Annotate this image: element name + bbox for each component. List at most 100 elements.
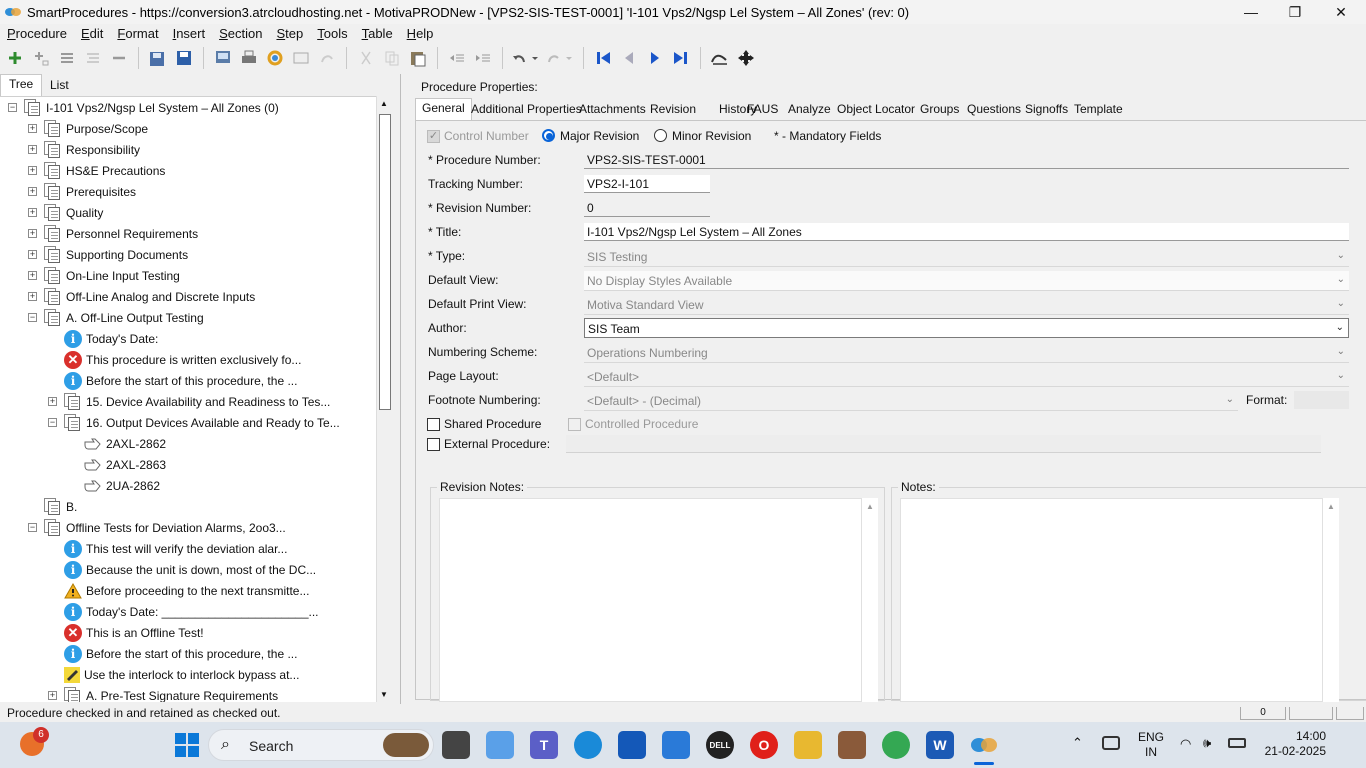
- panel-splitter[interactable]: [400, 74, 408, 704]
- tree-node[interactable]: Off-Line Analog and Discrete Inputs: [44, 286, 255, 307]
- tab-additional-properties[interactable]: Additional Properties: [465, 100, 588, 120]
- tab-attachments[interactable]: Attachments: [573, 100, 652, 120]
- tree-node[interactable]: Responsibility: [44, 139, 140, 160]
- scroll-up-icon[interactable]: ▲: [866, 502, 874, 511]
- shared-procedure-checkbox[interactable]: [427, 418, 440, 431]
- collapse-icon[interactable]: −: [28, 313, 37, 322]
- tree-node[interactable]: Personnel Requirements: [44, 223, 198, 244]
- expand-icon[interactable]: +: [28, 292, 37, 301]
- tree-node[interactable]: 2AXL-2862: [84, 433, 166, 454]
- notes-textarea[interactable]: [900, 498, 1323, 702]
- collapse-icon[interactable]: −: [48, 418, 57, 427]
- smartprocedures-taskbar-icon[interactable]: [970, 731, 998, 759]
- archive-icon[interactable]: [838, 731, 866, 759]
- cut-icon[interactable]: [353, 45, 379, 71]
- footnote-numbering-select[interactable]: <Default> - (Decimal) ⌄: [584, 391, 1238, 411]
- expand-icon[interactable]: +: [28, 124, 37, 133]
- tree-node[interactable]: HS&E Precautions: [44, 160, 165, 181]
- section-list-icon[interactable]: [54, 45, 80, 71]
- close-button[interactable]: ✕: [1318, 0, 1364, 24]
- opera-icon[interactable]: O: [750, 731, 778, 759]
- procedure-number-field[interactable]: VPS2-SIS-TEST-0001: [584, 151, 1349, 169]
- menu-item-help[interactable]: Help: [400, 26, 441, 41]
- default-view-select[interactable]: No Display Styles Available ⌄: [584, 271, 1349, 291]
- tab-list[interactable]: List: [42, 76, 77, 96]
- title-field[interactable]: I-101 Vps2/Ngsp Lel System – All Zones: [584, 223, 1349, 241]
- tree-node[interactable]: A. Off-Line Output Testing: [44, 307, 204, 328]
- scroll-thumb[interactable]: [379, 114, 391, 410]
- last-icon[interactable]: [668, 45, 694, 71]
- tab-tree[interactable]: Tree: [0, 74, 43, 96]
- expand-icon[interactable]: +: [28, 166, 37, 175]
- tree-node[interactable]: 15. Device Availability and Readiness to…: [64, 391, 330, 412]
- window-icon[interactable]: [288, 45, 314, 71]
- tree-node[interactable]: ✕ This is an Offline Test!: [64, 622, 204, 643]
- external-procedure-field[interactable]: [566, 435, 1321, 453]
- default-print-view-select[interactable]: Motiva Standard View ⌄: [584, 295, 1349, 315]
- page-layout-select[interactable]: <Default> ⌄: [584, 367, 1349, 387]
- windows-start-icon[interactable]: [175, 733, 199, 760]
- collapse-icon[interactable]: −: [8, 103, 17, 112]
- tab-faus[interactable]: FAUS: [741, 100, 784, 120]
- redo-icon[interactable]: [543, 45, 577, 71]
- expand-icon[interactable]: +: [48, 691, 57, 700]
- redo-disabled-icon[interactable]: [314, 45, 340, 71]
- major-revision-radio[interactable]: [542, 129, 555, 142]
- external-procedure-checkbox[interactable]: [427, 438, 440, 451]
- tab-signoffs[interactable]: Signoffs: [1019, 100, 1074, 120]
- preview-icon[interactable]: [210, 45, 236, 71]
- chrome-icon[interactable]: [882, 731, 910, 759]
- menu-item-procedure[interactable]: Procedure: [0, 26, 74, 41]
- print-icon[interactable]: [236, 45, 262, 71]
- menu-item-edit[interactable]: Edit: [74, 26, 110, 41]
- word-icon[interactable]: W: [926, 731, 954, 759]
- teams-icon[interactable]: T: [530, 731, 558, 759]
- tracking-number-field[interactable]: VPS2-I-101: [584, 175, 710, 193]
- first-icon[interactable]: [590, 45, 616, 71]
- save-all-icon[interactable]: [145, 45, 171, 71]
- format-field[interactable]: [1294, 391, 1349, 409]
- chevron-up-icon[interactable]: ⌃: [1072, 735, 1083, 751]
- step-list-icon[interactable]: [80, 45, 106, 71]
- revision-notes-scrollbar[interactable]: ▲: [862, 498, 878, 702]
- copy-icon[interactable]: [379, 45, 405, 71]
- file-explorer-icon[interactable]: [794, 731, 822, 759]
- add-child-icon[interactable]: [28, 45, 54, 71]
- wifi-icon[interactable]: ◠: [1180, 736, 1191, 752]
- tab-template[interactable]: Template: [1068, 100, 1129, 120]
- scroll-down-icon[interactable]: ▼: [380, 690, 388, 699]
- revision-number-field[interactable]: 0: [584, 199, 710, 217]
- paste-icon[interactable]: [405, 45, 431, 71]
- add-icon[interactable]: [2, 45, 28, 71]
- tree-node[interactable]: Purpose/Scope: [44, 118, 148, 139]
- tree-node[interactable]: A. Pre-Test Signature Requirements: [64, 685, 278, 702]
- tree-node[interactable]: 2UA-2862: [84, 475, 160, 496]
- tree-scrollbar[interactable]: ▲ ▼: [376, 96, 392, 702]
- revision-notes-textarea[interactable]: [439, 498, 862, 702]
- minor-revision-radio[interactable]: [654, 129, 667, 142]
- tree-node[interactable]: 16. Output Devices Available and Ready t…: [64, 412, 340, 433]
- tab-groups[interactable]: Groups: [914, 100, 965, 120]
- expand-icon[interactable]: +: [28, 250, 37, 259]
- tree-node[interactable]: Supporting Documents: [44, 244, 188, 265]
- tab-analyze[interactable]: Analyze: [782, 100, 837, 120]
- type-select[interactable]: SIS Testing ⌄: [584, 247, 1349, 267]
- menu-item-table[interactable]: Table: [355, 26, 400, 41]
- tree-node[interactable]: Use the interlock to interlock bypass at…: [64, 664, 299, 685]
- menu-item-insert[interactable]: Insert: [166, 26, 213, 41]
- task-view-icon[interactable]: [442, 731, 470, 759]
- tab-general[interactable]: General: [415, 98, 472, 120]
- tree-node[interactable]: i This test will verify the deviation ala…: [64, 538, 287, 559]
- indent-icon[interactable]: [470, 45, 496, 71]
- scroll-up-icon[interactable]: ▲: [1327, 502, 1335, 511]
- minimize-button[interactable]: —: [1228, 0, 1274, 24]
- controlled-procedure-checkbox[interactable]: [568, 418, 581, 431]
- expand-icon[interactable]: +: [28, 229, 37, 238]
- dell-icon[interactable]: DELL: [706, 731, 734, 759]
- expand-icon[interactable]: +: [28, 145, 37, 154]
- tab-revision[interactable]: Revision: [644, 100, 702, 120]
- tree-node[interactable]: On-Line Input Testing: [44, 265, 180, 286]
- tree-node[interactable]: Before proceeding to the next transmitte…: [64, 580, 309, 601]
- tab-object-locator[interactable]: Object Locator: [831, 100, 921, 120]
- tree-node[interactable]: ✕ This procedure is written exclusively f…: [64, 349, 301, 370]
